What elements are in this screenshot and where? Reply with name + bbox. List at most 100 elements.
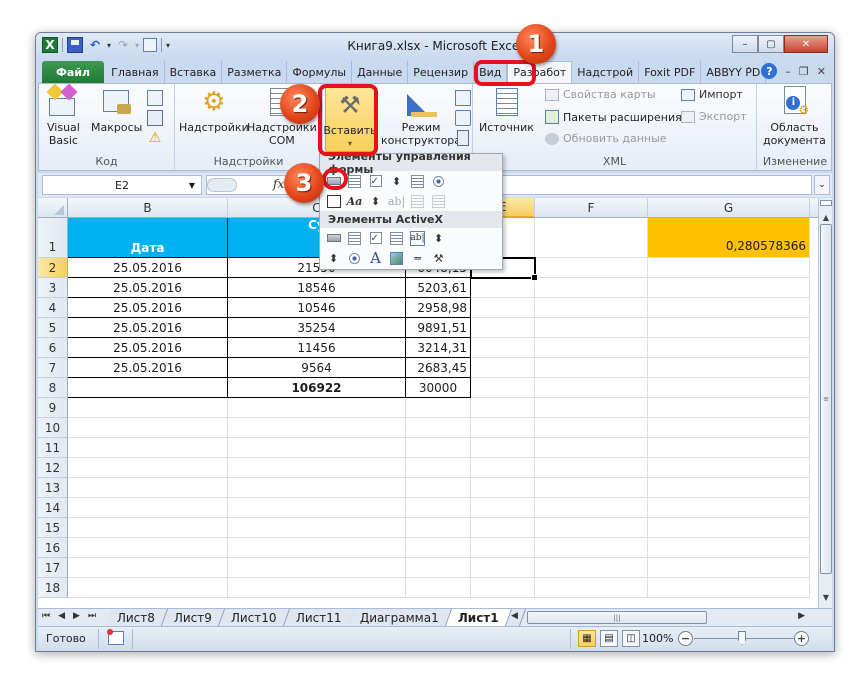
next-sheet-icon[interactable]: ▶ [73, 611, 80, 621]
sheet-tab-list11[interactable]: Лист11 [283, 609, 355, 626]
activex-list-box-icon[interactable] [389, 231, 404, 246]
cell-c15[interactable] [228, 518, 406, 538]
cell-e11[interactable] [471, 438, 535, 458]
cell-g13[interactable] [648, 478, 810, 498]
visual-basic-button[interactable]: Visual Basic [46, 83, 80, 147]
help-icon[interactable]: ? [761, 63, 778, 79]
horizontal-scroll-thumb[interactable]: ||| [527, 611, 707, 624]
cell-c6[interactable]: 11456 [228, 338, 406, 358]
first-sheet-icon[interactable]: ⏮ [42, 611, 50, 621]
cell-e5[interactable] [471, 318, 535, 338]
vertical-scrollbar[interactable]: ▲ ≡ ▼ [818, 198, 832, 608]
run-dialog-icon[interactable] [457, 130, 469, 146]
cell-f10[interactable] [535, 418, 648, 438]
cell-d4[interactable]: 2958,98 [406, 298, 471, 318]
row-header-8[interactable]: 8 [38, 378, 68, 398]
form-option-button-icon[interactable] [431, 174, 446, 189]
formula-bar-resize-handle[interactable] [207, 178, 237, 192]
row-header-4[interactable]: 4 [38, 298, 68, 318]
normal-view-icon[interactable]: ▦ [578, 630, 596, 647]
row-header-7[interactable]: 7 [38, 358, 68, 378]
form-checkbox-icon[interactable]: ✓ [368, 174, 383, 189]
select-all-button[interactable] [38, 198, 68, 218]
cell-b13[interactable] [68, 478, 228, 498]
cell-e9[interactable] [471, 398, 535, 418]
cell-b6[interactable]: 25.05.2016 [68, 338, 228, 358]
cell-d8[interactable]: 30000 [406, 378, 471, 398]
cell-d16[interactable] [406, 538, 471, 558]
cell-f11[interactable] [535, 438, 648, 458]
sheet-tab-list8[interactable]: Лист8 [104, 609, 169, 626]
cell-c16[interactable] [228, 538, 406, 558]
cell-f12[interactable] [535, 458, 648, 478]
cell-g5[interactable] [648, 318, 810, 338]
cell-g17[interactable] [648, 558, 810, 578]
cell-e10[interactable] [471, 418, 535, 438]
cell-d18[interactable] [406, 578, 471, 598]
cell-g11[interactable] [648, 438, 810, 458]
cell-f9[interactable] [535, 398, 648, 418]
scroll-right-icon[interactable]: ▶ [798, 611, 805, 621]
record-macro-icon[interactable] [147, 90, 163, 106]
cell-e6[interactable] [471, 338, 535, 358]
expand-formula-bar-icon[interactable]: ⌄ [814, 175, 830, 195]
activex-combo-box-icon[interactable] [347, 231, 362, 246]
cell-c10[interactable] [228, 418, 406, 438]
split-handle[interactable] [820, 200, 832, 206]
cell-f18[interactable] [535, 578, 648, 598]
cell-b3[interactable]: 25.05.2016 [68, 278, 228, 298]
cell-d3[interactable]: 5203,61 [406, 278, 471, 298]
cell-g18[interactable] [648, 578, 810, 598]
cell-d17[interactable] [406, 558, 471, 578]
scroll-up-icon[interactable]: ▲ [819, 210, 833, 224]
cell-g6[interactable] [648, 338, 810, 358]
cell-e4[interactable] [471, 298, 535, 318]
row-header-13[interactable]: 13 [38, 478, 68, 498]
cell-f13[interactable] [535, 478, 648, 498]
cell-b12[interactable] [68, 458, 228, 478]
sheet-tab-list9[interactable]: Лист9 [161, 609, 226, 626]
prev-sheet-icon[interactable]: ◀ [58, 611, 65, 621]
cell-g10[interactable] [648, 418, 810, 438]
record-macro-status-icon[interactable] [107, 629, 124, 645]
last-sheet-icon[interactable]: ⏭ [88, 611, 96, 621]
properties-icon[interactable] [455, 90, 471, 106]
form-group-box-icon[interactable] [326, 194, 341, 209]
cell-d14[interactable] [406, 498, 471, 518]
cell-c9[interactable] [228, 398, 406, 418]
cell-b7[interactable]: 25.05.2016 [68, 358, 228, 378]
cell-e18[interactable] [471, 578, 535, 598]
refresh-data-button[interactable]: Обновить данные [545, 132, 667, 145]
row-header-10[interactable]: 10 [38, 418, 68, 438]
cell-e7[interactable] [471, 358, 535, 378]
cell-c18[interactable] [228, 578, 406, 598]
tab-data[interactable]: Данные [352, 61, 409, 83]
activex-image-icon[interactable] [389, 251, 404, 266]
cell-b2[interactable]: 25.05.2016 [68, 258, 228, 278]
column-header-g[interactable]: G [648, 198, 810, 218]
horizontal-scrollbar[interactable]: ◀ ||| ▶ [503, 611, 823, 624]
cell-e12[interactable] [471, 458, 535, 478]
sheet-tab-list10[interactable]: Лист10 [219, 609, 290, 626]
activex-option-button-icon[interactable] [347, 251, 362, 266]
cell-g1[interactable]: 0,280578366 [648, 218, 810, 258]
cell-b8[interactable] [68, 378, 228, 398]
cell-b9[interactable] [68, 398, 228, 418]
cell-g9[interactable] [648, 398, 810, 418]
cell-d15[interactable] [406, 518, 471, 538]
zoom-in-button[interactable]: + [794, 631, 809, 646]
cell-f16[interactable] [535, 538, 648, 558]
column-header-b[interactable]: B [68, 198, 228, 218]
workbook-minimize-icon[interactable]: – [785, 65, 791, 78]
cell-f3[interactable] [535, 278, 648, 298]
cell-e14[interactable] [471, 498, 535, 518]
tab-home[interactable]: Главная [106, 61, 165, 83]
cell-d7[interactable]: 2683,45 [406, 358, 471, 378]
close-button[interactable]: ✕ [784, 35, 828, 53]
row-header-3[interactable]: 3 [38, 278, 68, 298]
cell-g12[interactable] [648, 458, 810, 478]
cell-b10[interactable] [68, 418, 228, 438]
scroll-down-icon[interactable]: ▼ [819, 590, 833, 604]
collapse-ribbon-icon[interactable]: ⌃ [744, 65, 753, 78]
cell-c12[interactable] [228, 458, 406, 478]
